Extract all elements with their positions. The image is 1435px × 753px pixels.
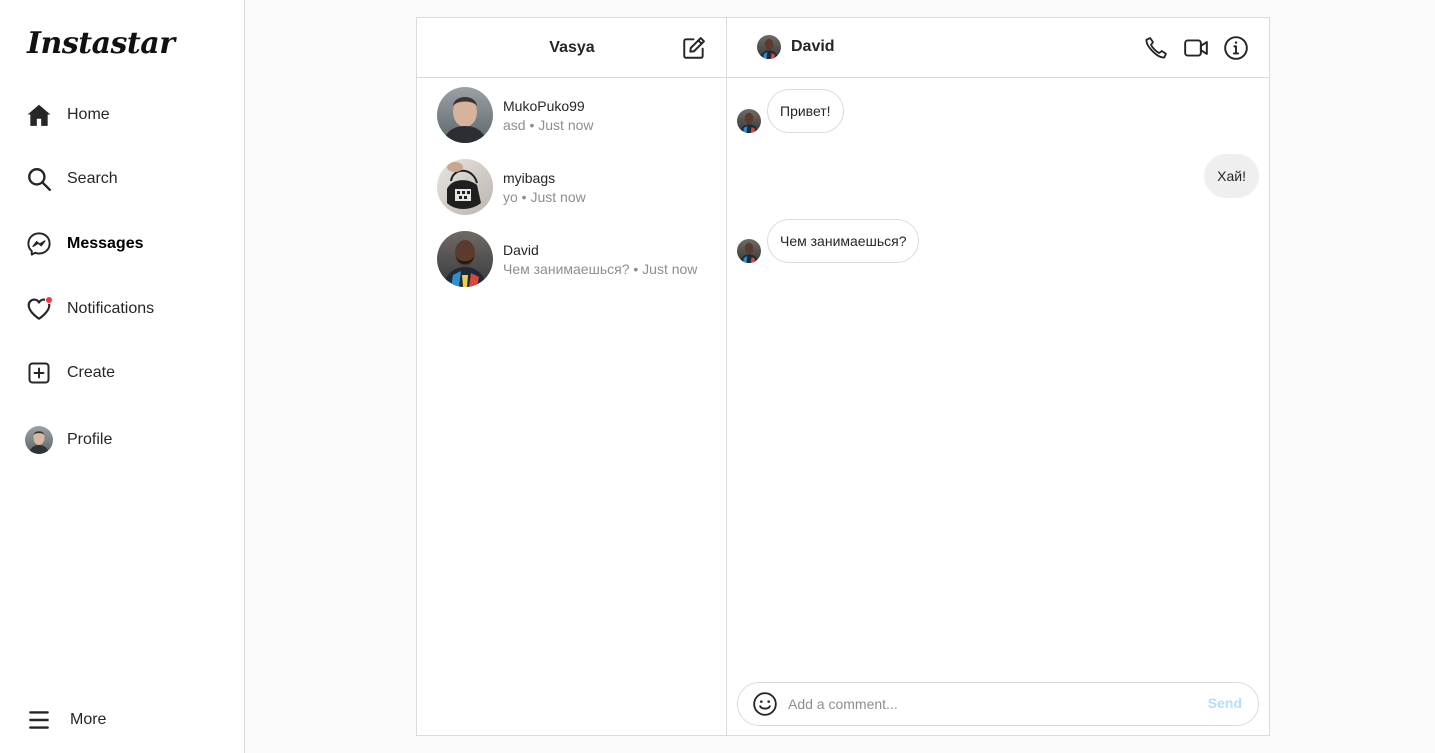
sidebar-item-home[interactable]: Home <box>24 95 224 135</box>
sidebar-item-label: Home <box>67 106 110 123</box>
message-row: Чем занимаешься? <box>737 219 920 263</box>
chat-peer-name: David <box>791 38 835 55</box>
thread-item[interactable]: MukoPuko99 asd • Just now <box>437 86 717 144</box>
message-row: Хай! <box>1204 154 1259 198</box>
edit-icon[interactable] <box>681 35 707 61</box>
sidebar-item-label: Profile <box>67 431 113 448</box>
send-button[interactable]: Send <box>1208 695 1242 711</box>
plus-square-icon <box>24 358 54 388</box>
conversation-list: Vasya MukoPuko99 asd • Just now myibags … <box>417 18 727 735</box>
avatar <box>437 159 493 215</box>
thread-last-message: Чем занимаешься? <box>503 260 630 277</box>
thread-item[interactable]: David Чем занимаешься? • Just now <box>437 230 717 288</box>
notification-badge <box>45 296 53 304</box>
thread-last-message: yo <box>503 188 518 205</box>
message-bubble[interactable]: Хай! <box>1204 154 1259 198</box>
message-composer: Send <box>737 682 1259 726</box>
thread-time: Just now <box>642 260 698 277</box>
sidebar-item-label: Messages <box>67 235 144 252</box>
sidebar-item-profile[interactable]: Profile <box>24 420 224 460</box>
search-icon <box>24 164 54 194</box>
avatar <box>757 35 781 59</box>
avatar <box>25 426 53 454</box>
phone-icon[interactable] <box>1143 35 1169 61</box>
thread-preview: yo • Just now <box>503 188 586 205</box>
sidebar-item-label: More <box>70 711 107 728</box>
hamburger-icon <box>24 705 54 735</box>
sidebar-item-search[interactable]: Search <box>24 159 224 199</box>
heart-icon <box>24 294 54 324</box>
video-icon[interactable] <box>1183 35 1209 61</box>
avatar <box>737 109 761 133</box>
chat-header: David <box>727 18 1269 78</box>
sidebar-item-messages[interactable]: Messages <box>24 224 224 264</box>
sidebar-item-create[interactable]: Create <box>24 353 224 393</box>
thread-name: David <box>503 241 539 258</box>
sidebar-item-more[interactable]: More <box>24 700 224 740</box>
conversation-list-header: Vasya <box>417 18 726 78</box>
info-icon[interactable] <box>1223 35 1249 61</box>
message-bubble[interactable]: Привет! <box>767 89 844 133</box>
chat-area: David Привет! Хай! Чем занимаешься? Add … <box>727 18 1269 735</box>
messenger-panel: Vasya MukoPuko99 asd • Just now myibags … <box>416 17 1270 736</box>
message-bubble[interactable]: Чем занимаешься? <box>767 219 920 263</box>
thread-item[interactable]: myibags yo • Just now <box>437 158 717 216</box>
comment-input[interactable] <box>788 696 1188 712</box>
chat-peer[interactable]: David <box>757 35 835 59</box>
thread-name: MukoPuko99 <box>503 97 585 114</box>
thread-time: Just now <box>538 116 594 133</box>
home-icon <box>24 100 54 130</box>
sidebar-item-label: Notifications <box>67 300 155 317</box>
profile-icon-wrap <box>24 425 54 455</box>
message-row: Привет! <box>737 89 844 133</box>
messenger-icon <box>24 229 54 259</box>
sidebar-item-label: Create <box>67 364 116 381</box>
thread-preview: asd • Just now <box>503 116 594 133</box>
thread-last-message: asd <box>503 116 526 133</box>
sidebar: Instastar Home Search Messages Notificat… <box>0 0 245 753</box>
sidebar-item-label: Search <box>67 170 118 187</box>
smiley-icon[interactable] <box>752 691 778 717</box>
avatar <box>737 239 761 263</box>
thread-preview: Чем занимаешься? • Just now <box>503 260 698 277</box>
thread-name: myibags <box>503 169 556 186</box>
avatar <box>437 231 493 287</box>
avatar <box>437 87 493 143</box>
app-logo[interactable]: Instastar <box>27 26 175 61</box>
thread-time: Just now <box>530 188 586 205</box>
sidebar-item-notifications[interactable]: Notifications <box>24 289 224 329</box>
